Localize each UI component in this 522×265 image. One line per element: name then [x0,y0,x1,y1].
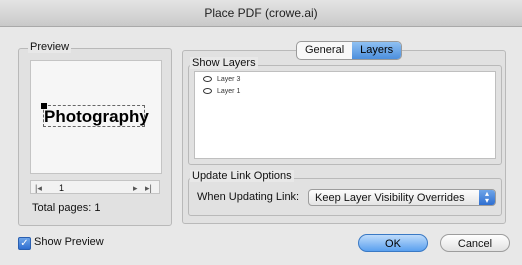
update-link-label: Update Link Options [190,170,294,182]
eye-icon[interactable] [203,76,212,83]
tab-bar: General Layers [296,41,403,60]
preview-label: Preview [28,41,72,53]
layer-name: Layer 3 [217,76,241,83]
eye-icon[interactable] [203,88,212,95]
place-pdf-dialog: Place PDF (crowe.ai) Preview Photography… [0,0,522,265]
ok-button[interactable]: OK [358,234,428,252]
show-layers-label: Show Layers [190,57,258,69]
layer-row[interactable]: Layer 1 [195,86,495,98]
cancel-button[interactable]: Cancel [440,234,510,252]
first-page-button[interactable]: |◂ [35,181,42,195]
page-navigator: |◂ 1 ▸ ▸| [30,180,160,194]
when-updating-label: When Updating Link: [197,191,300,203]
page-number-field[interactable]: 1 [59,181,64,195]
total-pages-text: Total pages: 1 [32,202,101,214]
tab-general[interactable]: General [297,42,352,59]
layer-name: Layer 1 [217,88,241,95]
dialog-title: Place PDF (crowe.ai) [0,0,522,27]
layers-list: Layer 3 Layer 1 [194,71,496,159]
show-preview-checkbox[interactable]: ✓ [18,237,31,250]
next-page-button[interactable]: ▸ [133,181,138,195]
last-page-button[interactable]: ▸| [145,181,152,195]
update-link-selected: Keep Layer Visibility Overrides [315,192,465,204]
tab-layers[interactable]: Layers [352,42,402,59]
preview-thumbnail: Photography [41,103,149,127]
preview-pane: Photography [30,60,162,174]
update-link-select[interactable]: Keep Layer Visibility Overrides ▴ ▾ [308,189,496,206]
show-preview-label[interactable]: Show Preview [34,236,104,248]
up-down-arrows-icon: ▴ ▾ [479,190,495,205]
layer-row[interactable]: Layer 3 [195,74,495,86]
preview-thumbnail-text: Photography [44,107,149,126]
selection-handle-icon [41,103,47,109]
